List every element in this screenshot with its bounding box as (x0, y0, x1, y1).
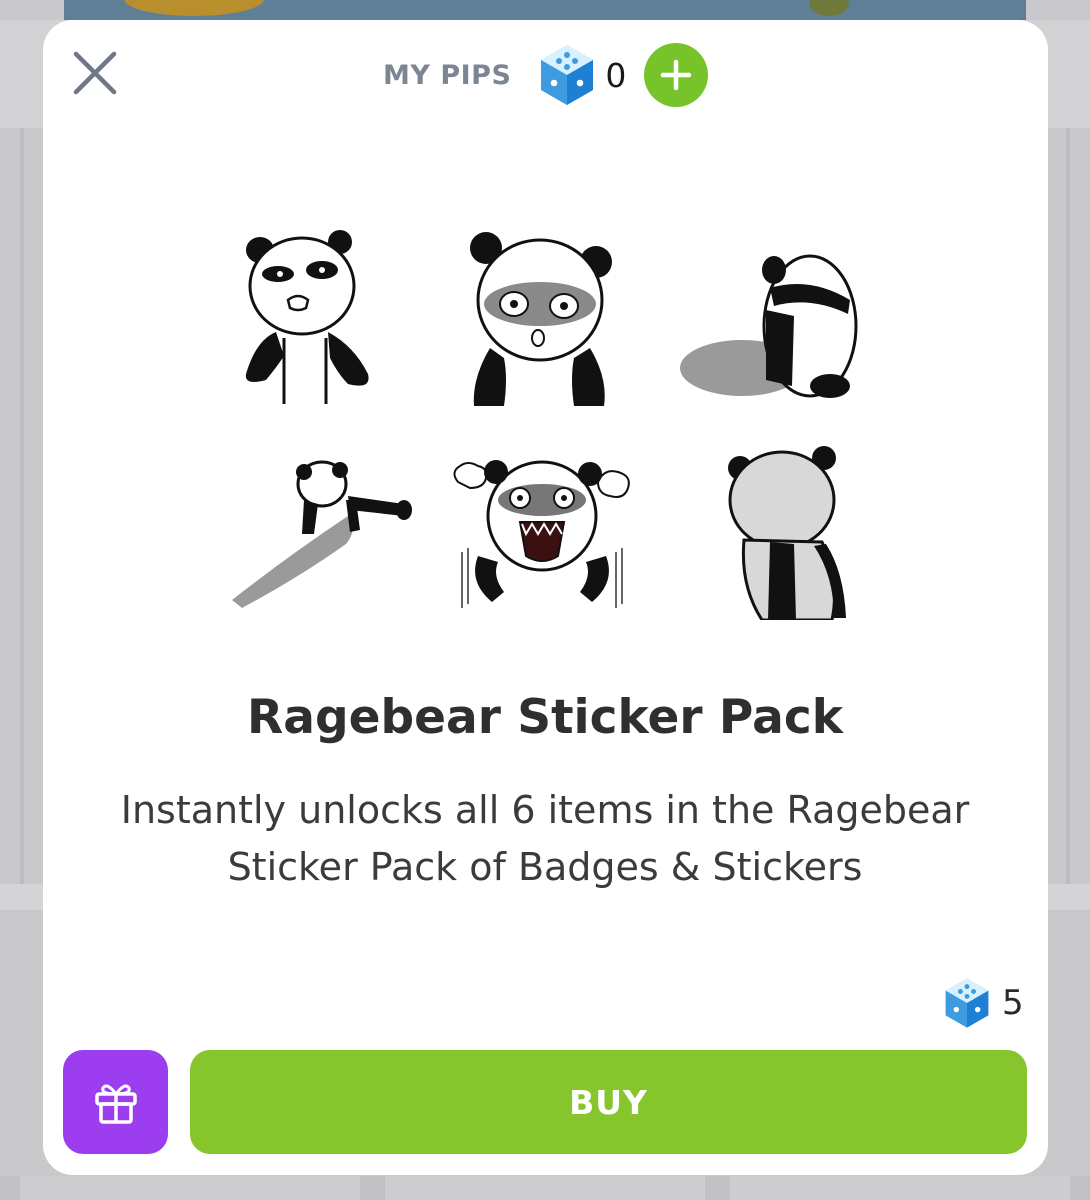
pips-count: 0 (605, 55, 627, 95)
buy-button[interactable]: BUY (190, 1050, 1027, 1154)
close-icon (73, 51, 117, 95)
background-leaf-image (809, 0, 849, 16)
background-divider (20, 128, 24, 888)
background-divider (1066, 128, 1070, 888)
background-tile (20, 1176, 360, 1200)
product-title: Ragebear Sticker Pack (247, 690, 843, 745)
gift-button[interactable] (63, 1050, 168, 1154)
background-tile (730, 1176, 1070, 1200)
close-button[interactable] (70, 48, 120, 98)
pip-dice-icon (945, 978, 989, 1028)
background-bottom-row (0, 1176, 1090, 1200)
background-coin-image (124, 0, 264, 16)
pips-label: MY PIPS (383, 59, 512, 91)
pip-dice-icon (541, 45, 594, 105)
product-description: Instantly unlocks all 6 items in the Rag… (120, 788, 970, 889)
background-banner (64, 0, 1026, 20)
sticker-pack-modal (43, 20, 1048, 1175)
price-tag: 5 (944, 975, 1024, 1031)
price-value: 5 (1002, 983, 1024, 1023)
plus-icon (661, 59, 692, 91)
buy-button-label: BUY (569, 1082, 648, 1122)
background-tile (385, 1176, 705, 1200)
gift-icon (94, 1084, 137, 1124)
add-pips-button[interactable] (644, 43, 709, 107)
pips-balance: MY PIPS 0 (383, 43, 709, 107)
